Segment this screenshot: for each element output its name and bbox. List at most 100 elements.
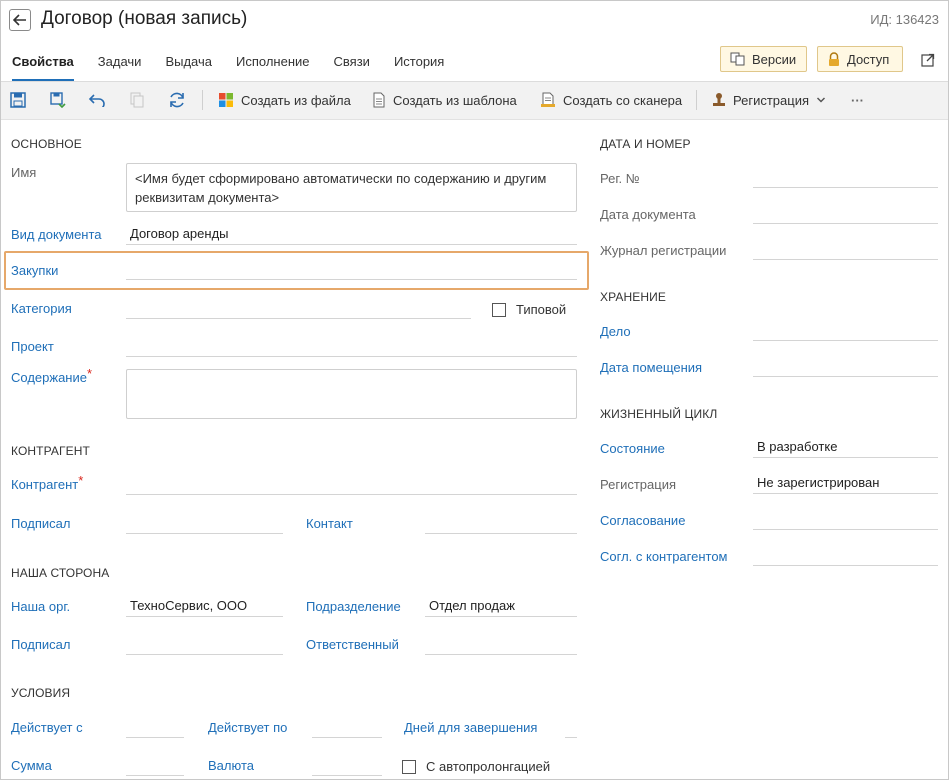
valid-to-label[interactable]: Действует по [208, 720, 287, 735]
journal-field[interactable] [753, 240, 938, 260]
valid-to-field[interactable] [312, 718, 382, 738]
placement-date-label[interactable]: Дата помещения [600, 360, 702, 375]
doc-date-field[interactable] [753, 204, 938, 224]
name-label: Имя [11, 165, 37, 180]
placement-date-field[interactable] [753, 357, 938, 377]
toolbar-separator [202, 90, 203, 110]
stamp-icon [713, 93, 725, 106]
back-button[interactable] [9, 9, 31, 31]
purchases-label[interactable]: Закупки [11, 263, 58, 278]
tab-history[interactable]: История [382, 46, 456, 82]
contact-field[interactable] [425, 514, 577, 534]
page-title: Договор (новая запись) [41, 8, 248, 29]
tab-properties[interactable]: Свойства [0, 46, 86, 82]
tab-bar: Свойства Задачи Выдача Исполнение Связи … [0, 46, 456, 82]
counterparty-label[interactable]: Контрагент* [11, 473, 83, 492]
sum-field[interactable] [126, 756, 184, 776]
undo-icon[interactable] [88, 91, 106, 109]
valid-from-label[interactable]: Действует с [11, 720, 83, 735]
section-counterparty-title: КОНТРАГЕНТ [11, 444, 90, 458]
approval-field[interactable] [753, 510, 938, 530]
tab-issuance[interactable]: Выдача [153, 46, 224, 82]
create-from-file-button[interactable]: Создать из файла [218, 90, 351, 110]
cp-signed-label[interactable]: Подписал [11, 516, 71, 531]
save-icon[interactable] [9, 91, 27, 109]
versions-button[interactable]: Версии [720, 46, 807, 72]
contact-label[interactable]: Контакт [306, 516, 353, 531]
copy-icon[interactable] [128, 91, 146, 109]
category-label[interactable]: Категория [11, 301, 72, 316]
doc-kind-label[interactable]: Вид документа [11, 227, 102, 242]
our-org-field[interactable]: ТехноСервис, ООО [126, 597, 283, 617]
case-field[interactable] [753, 321, 938, 341]
registration-dropdown[interactable]: Регистрация [712, 90, 826, 110]
days-to-complete-label[interactable]: Дней для завершения [404, 720, 537, 735]
case-label[interactable]: Дело [600, 324, 631, 339]
chevron-down-icon [816, 97, 826, 103]
content-label-text: Содержание [11, 370, 87, 385]
section-storage-title: ХРАНЕНИЕ [600, 290, 666, 304]
versions-icon [730, 52, 745, 66]
cp-approval-field[interactable] [753, 546, 938, 566]
create-from-scanner-button[interactable]: Создать со сканера [540, 90, 682, 110]
doc-date-label: Дата документа [600, 207, 696, 222]
autorenew-checkbox[interactable] [402, 760, 416, 774]
doc-kind-field[interactable]: Договор аренды [126, 225, 577, 245]
section-main-title: ОСНОВНОЕ [11, 137, 82, 151]
required-mark: * [78, 473, 84, 488]
section-conditions-title: УСЛОВИЯ [11, 686, 71, 700]
registration-state-label: Регистрация [600, 477, 676, 492]
create-from-template-label: Создать из шаблона [393, 92, 517, 108]
currency-label[interactable]: Валюта [208, 758, 254, 773]
toolbar-separator [696, 90, 697, 110]
scanner-icon [541, 92, 555, 107]
more-actions-button[interactable]: ··· [851, 90, 864, 110]
section-date-number-title: ДАТА И НОМЕР [600, 137, 691, 151]
our-org-label[interactable]: Наша орг. [11, 599, 70, 614]
journal-label: Журнал регистрации [600, 243, 727, 258]
autorenew-label: С автопролонгацией [426, 759, 551, 774]
document-icon [373, 92, 385, 108]
approval-label[interactable]: Согласование [600, 513, 685, 528]
content-label[interactable]: Содержание* [11, 366, 92, 385]
create-from-template-button[interactable]: Создать из шаблона [372, 90, 517, 110]
typical-label: Типовой [516, 302, 567, 317]
tab-tasks[interactable]: Задачи [86, 46, 154, 82]
purchases-field[interactable] [126, 260, 577, 280]
state-label[interactable]: Состояние [600, 441, 665, 456]
create-from-file-label: Создать из файла [241, 92, 351, 108]
our-signed-field[interactable] [126, 635, 283, 655]
cp-approval-label[interactable]: Согл. с контрагентом [600, 549, 728, 564]
required-mark: * [86, 366, 93, 381]
category-field[interactable] [126, 299, 471, 319]
days-to-complete-field[interactable] [565, 718, 577, 738]
state-field[interactable]: В разработке [753, 438, 938, 458]
cp-signed-field[interactable] [126, 514, 283, 534]
responsible-label[interactable]: Ответственный [306, 637, 399, 652]
windows-logo-icon [219, 93, 233, 107]
registration-label: Регистрация [733, 92, 809, 108]
open-in-new-window-button[interactable] [918, 50, 938, 70]
registration-state-field[interactable]: Не зарегистрирован [753, 474, 938, 494]
versions-label: Версии [752, 51, 797, 67]
sum-label[interactable]: Сумма [11, 758, 52, 773]
counterparty-field[interactable] [126, 475, 577, 495]
name-field[interactable]: <Имя будет сформировано автоматически по… [126, 163, 577, 212]
access-button[interactable]: Доступ [817, 46, 903, 72]
our-signed-label[interactable]: Подписал [11, 637, 71, 652]
reg-number-field[interactable] [753, 168, 938, 188]
currency-field[interactable] [312, 756, 382, 776]
responsible-field[interactable] [425, 635, 577, 655]
content-field[interactable] [126, 369, 577, 419]
tab-links[interactable]: Связи [322, 46, 382, 82]
department-field[interactable]: Отдел продаж [425, 597, 577, 617]
tab-execution[interactable]: Исполнение [224, 46, 322, 82]
project-field[interactable] [126, 337, 577, 357]
project-label[interactable]: Проект [11, 339, 54, 354]
refresh-icon[interactable] [168, 91, 186, 109]
valid-from-field[interactable] [126, 718, 184, 738]
create-from-scanner-label: Создать со сканера [563, 92, 683, 108]
save-close-icon[interactable] [49, 91, 67, 109]
typical-checkbox[interactable] [492, 303, 506, 317]
department-label[interactable]: Подразделение [306, 599, 401, 614]
